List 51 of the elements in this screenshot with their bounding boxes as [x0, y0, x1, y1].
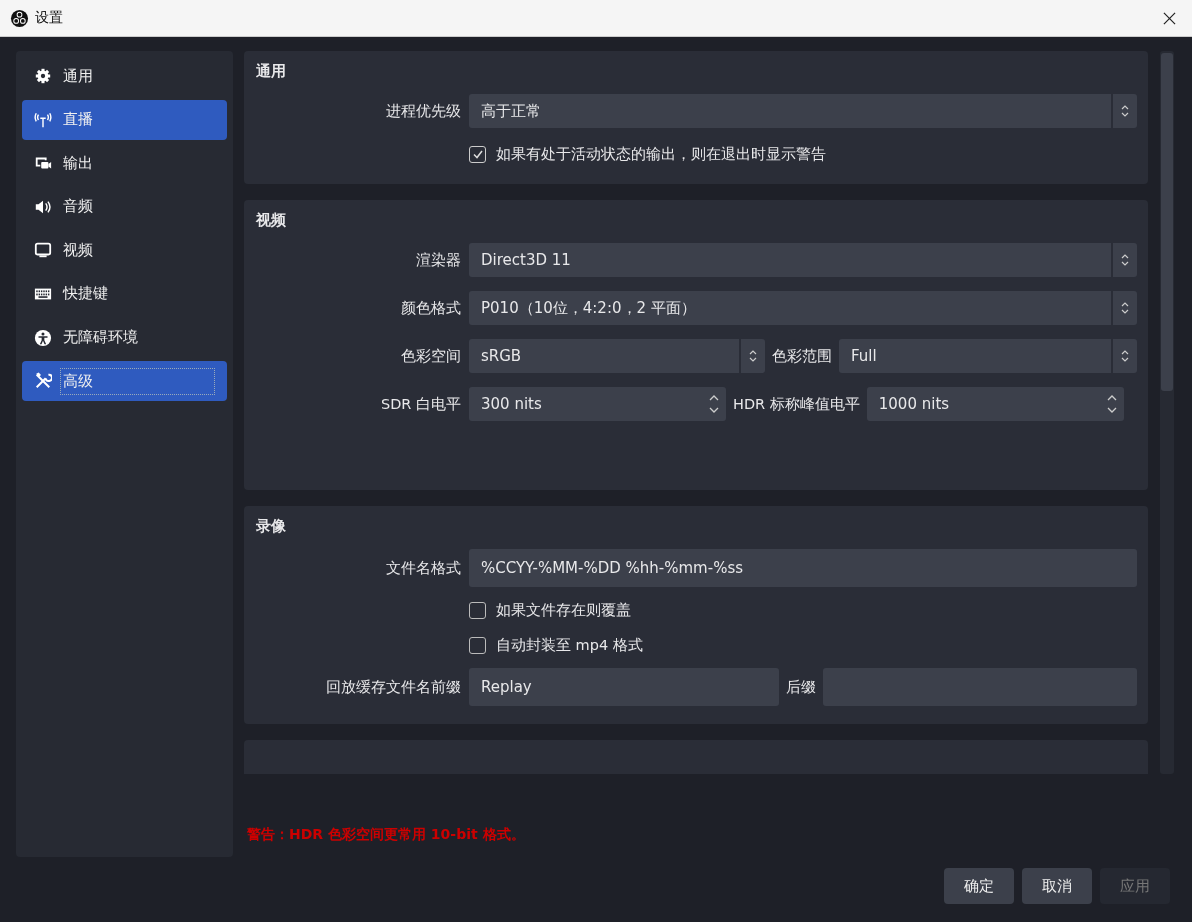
sidebar-item[interactable]: 音频: [22, 186, 227, 227]
sidebar-item[interactable]: 输出: [22, 143, 227, 184]
field-label: 进程优先级: [385, 101, 461, 121]
close-icon[interactable]: [1163, 11, 1176, 25]
field-label: 渲染器: [415, 250, 461, 270]
section-title: 视频: [256, 211, 287, 230]
dialog-button[interactable]: 确定: [944, 868, 1014, 904]
dropdown[interactable]: P010（10位，4:2:0，2 平面）: [469, 291, 1137, 325]
section-title: 通用: [256, 62, 287, 81]
sidebar-item[interactable]: 高级: [22, 361, 227, 402]
section-title: 录像: [256, 517, 287, 536]
wrench-screwdriver-icon: [34, 372, 52, 391]
window-title: 设置: [35, 9, 63, 27]
accessibility-icon: [34, 328, 52, 347]
field-label: SDR 白电平: [379, 394, 461, 414]
field-label: 色彩空间: [400, 346, 461, 366]
checkbox[interactable]: 如果文件存在则覆盖: [469, 598, 631, 622]
sidebar-item[interactable]: 视频: [22, 230, 227, 271]
logo-icon: [10, 8, 29, 28]
field-label: 颜色格式: [400, 298, 461, 318]
dropdown[interactable]: sRGB: [469, 339, 765, 373]
sidebar-item[interactable]: 无障碍环境: [22, 317, 227, 358]
warning-text: 警告：HDR 色彩空间更常用 10-bit 格式。: [246, 826, 526, 844]
up-down-chevron-icon: [1120, 300, 1130, 316]
monitor-icon: [34, 241, 52, 260]
spin-box[interactable]: 1000 nits: [866, 387, 1124, 421]
sidebar-item[interactable]: 快捷键: [22, 273, 227, 314]
scrollbar[interactable]: [1160, 51, 1174, 774]
spin-box[interactable]: 300 nits: [469, 387, 726, 421]
scrollbar-thumb[interactable]: [1161, 53, 1173, 391]
antenna-icon: [34, 110, 52, 129]
dropdown[interactable]: 高于正常: [469, 94, 1137, 128]
checkbox[interactable]: 如果有处于活动状态的输出，则在退出时显示警告: [469, 142, 826, 166]
field-label: HDR 标称峰值电平: [732, 394, 861, 414]
dropdown[interactable]: Full: [839, 339, 1137, 373]
sidebar-item[interactable]: 直播: [22, 99, 227, 140]
checkbox[interactable]: 自动封装至 mp4 格式: [469, 633, 643, 657]
input-field[interactable]: %CCYY-%MM-%DD %hh-%mm-%ss: [469, 549, 1137, 587]
field-label: 色彩范围: [771, 346, 833, 366]
up-down-chevron-icon: [748, 348, 758, 364]
checkmark-icon: [471, 148, 484, 160]
field-label: 文件名格式: [385, 558, 461, 578]
dialog-button[interactable]: 取消: [1022, 868, 1092, 904]
input-field[interactable]: Replay: [469, 668, 779, 706]
up-down-chevron-icon: [1120, 103, 1130, 119]
field-label: 回放缓存文件名前缀: [325, 677, 461, 697]
field-label: 后缀: [785, 677, 817, 697]
sidebar-item[interactable]: 通用: [22, 56, 227, 96]
dropdown[interactable]: Direct3D 11: [469, 243, 1137, 277]
up-down-chevron-icon: [1120, 252, 1130, 268]
up-down-chevron-icon: [1120, 348, 1130, 364]
